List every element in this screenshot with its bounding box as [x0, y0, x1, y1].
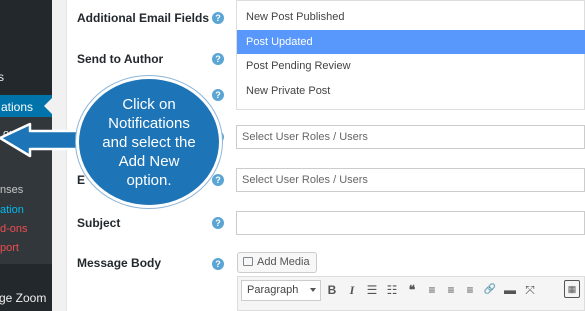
link-icon[interactable]: 🔗 — [482, 281, 498, 299]
toolbar-toggle-icon[interactable]: ▦ — [564, 280, 580, 298]
align-left-icon[interactable]: ≡ — [424, 281, 440, 299]
callout-line: option. — [126, 171, 172, 189]
user-roles-field-1[interactable]: Select User Roles / Users — [236, 125, 585, 149]
sidebar-subitem-integration[interactable]: ation — [0, 204, 24, 216]
add-media-label: Add Media — [257, 256, 310, 268]
sidebar-item-partial[interactable]: s — [0, 70, 4, 84]
active-indicator — [44, 98, 52, 114]
align-right-icon[interactable]: ≡ — [462, 281, 478, 299]
subject-label: Subject — [77, 216, 121, 230]
bulleted-list-icon[interactable]: ☰ — [364, 281, 380, 299]
media-icon — [243, 257, 253, 266]
sidebar-subitem[interactable]: ons — [3, 128, 21, 140]
email-label-partial: E — [77, 173, 86, 187]
format-select[interactable]: Paragraph — [241, 280, 321, 301]
callout-line: and select the — [102, 133, 196, 151]
help-icon[interactable]: ? — [212, 258, 224, 270]
help-icon[interactable]: ? — [212, 217, 224, 229]
option-new-post-published[interactable]: New Post Published — [237, 5, 585, 29]
callout-line: Click on — [122, 95, 176, 113]
option-post-updated[interactable]: Post Updated — [237, 30, 585, 54]
send-to-author-label: Send to Author — [77, 52, 164, 66]
italic-button[interactable]: I — [344, 281, 360, 299]
option-post-pending-review[interactable]: Post Pending Review — [237, 54, 585, 78]
sidebar-subitem-licenses[interactable]: nses — [0, 184, 23, 196]
format-select-value: Paragraph — [247, 284, 299, 296]
help-icon[interactable]: ? — [212, 174, 224, 186]
sidebar-item-image-zoom[interactable]: ge Zoom — [0, 291, 46, 305]
help-icon[interactable]: ? — [212, 89, 224, 101]
bold-button[interactable]: B — [324, 281, 340, 299]
message-body-label: Message Body — [77, 256, 162, 270]
instruction-callout: Click on Notifications and select the Ad… — [76, 76, 222, 208]
fullscreen-icon[interactable]: ⤧ — [522, 281, 538, 299]
callout-line: Notifications — [108, 114, 190, 132]
editor-toolbar: Paragraph B I ☰ ☷ ❝ ≡ ≡ ≡ 🔗 ▬ ⤧ ▦ — [237, 276, 585, 311]
sidebar-item-notifications-label[interactable]: ations — [1, 100, 33, 114]
sidebar-subitem-support[interactable]: port — [0, 242, 19, 254]
chevron-down-icon — [310, 288, 316, 292]
subject-input[interactable] — [236, 211, 585, 235]
sidebar-subitem-add-ons[interactable]: d-ons — [0, 223, 28, 235]
align-center-icon[interactable]: ≡ — [443, 281, 459, 299]
numbered-list-icon[interactable]: ☷ — [384, 281, 400, 299]
help-icon[interactable]: ? — [212, 12, 224, 24]
option-new-private-post[interactable]: New Private Post — [237, 79, 585, 103]
blockquote-icon[interactable]: ❝ — [404, 281, 420, 299]
help-icon[interactable]: ? — [212, 53, 224, 65]
read-more-icon[interactable]: ▬ — [502, 281, 518, 299]
user-roles-field-2[interactable]: Select User Roles / Users — [236, 168, 585, 192]
admin-sidebar: s ations ons nses ation d-ons port ge Zo… — [0, 0, 52, 311]
callout-line: Add New — [118, 152, 180, 170]
additional-email-label: Additional Email Fields — [77, 11, 210, 25]
add-media-button[interactable]: Add Media — [237, 252, 317, 273]
notification-type-list[interactable]: New Post Published Post Updated Post Pen… — [236, 0, 585, 110]
